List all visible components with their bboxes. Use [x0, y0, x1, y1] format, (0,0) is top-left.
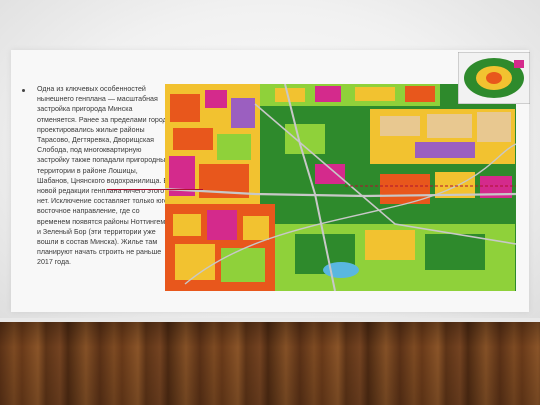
bullet-dot-icon — [22, 89, 25, 92]
bullet-block: Одна из ключевых особенностей нынешнего … — [22, 84, 171, 268]
screen: Одна из ключевых особенностей нынешнего … — [0, 0, 540, 405]
water-body — [323, 262, 359, 278]
presentation-slide: Одна из ключевых особенностей нынешнего … — [11, 50, 530, 312]
map-pointer-line — [107, 189, 203, 190]
master-plan-map — [165, 84, 516, 291]
map-inset — [458, 52, 530, 104]
wooden-floor — [0, 322, 540, 405]
slide-bullet-text: Одна из ключевых особенностей нынешнего … — [37, 85, 171, 267]
